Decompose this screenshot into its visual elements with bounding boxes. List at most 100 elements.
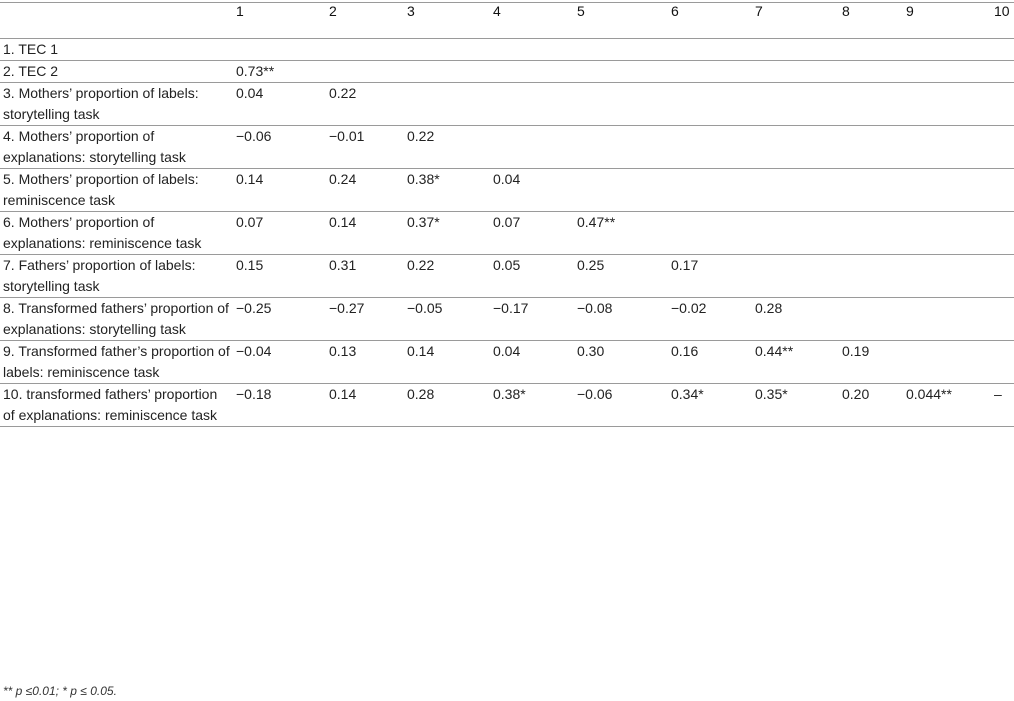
table-row: 10. transformed fathers’ proportion of e… xyxy=(0,384,1014,427)
cell xyxy=(671,83,755,126)
header-col-2: 2 xyxy=(329,3,337,19)
header-col-10: 10 xyxy=(994,3,1010,19)
table-row: 3. Mothers’ proportion of labels: storyt… xyxy=(0,83,1014,126)
cell xyxy=(906,126,994,169)
cell xyxy=(906,212,994,255)
header-col-6: 6 xyxy=(671,3,679,19)
cell xyxy=(671,169,755,212)
header-col-4: 4 xyxy=(493,3,501,19)
cell: −0.18 xyxy=(236,386,272,402)
cell xyxy=(755,255,842,298)
table-row: 2. TEC 2 0.73** xyxy=(0,61,1014,83)
table-row: 6. Mothers’ proportion of explanations: … xyxy=(0,212,1014,255)
cell xyxy=(755,83,842,126)
header-col-3: 3 xyxy=(407,3,415,19)
cell: 0.38* xyxy=(407,171,440,187)
cell xyxy=(577,39,671,61)
cell: 0.37* xyxy=(407,214,440,230)
header-col-8: 8 xyxy=(842,3,850,19)
cell: 0.07 xyxy=(236,214,264,230)
cell: −0.05 xyxy=(407,300,443,316)
cell: 0.04 xyxy=(236,85,264,101)
cell: 0.47** xyxy=(577,214,616,230)
cell xyxy=(407,39,493,61)
cell xyxy=(842,83,906,126)
cell xyxy=(906,169,994,212)
table-row: 7. Fathers’ proportion of labels: storyt… xyxy=(0,255,1014,298)
cell: 0.24 xyxy=(329,171,357,187)
cell xyxy=(407,61,493,83)
header-col-1: 1 xyxy=(236,3,244,19)
cell: 0.07 xyxy=(493,214,521,230)
header-col-9: 9 xyxy=(906,3,914,19)
cell xyxy=(906,298,994,341)
cell: 0.04 xyxy=(493,343,521,359)
cell xyxy=(493,39,577,61)
cell: −0.04 xyxy=(236,343,272,359)
row-label: 10. transformed fathers’ proportion of e… xyxy=(3,386,218,423)
table-row: 4. Mothers’ proportion of explanations: … xyxy=(0,126,1014,169)
cell xyxy=(994,83,1014,126)
cell: −0.02 xyxy=(671,300,707,316)
cell: −0.08 xyxy=(577,300,613,316)
row-label: 6. Mothers’ proportion of explanations: … xyxy=(3,214,202,251)
row-label: 3. Mothers’ proportion of labels: storyt… xyxy=(3,85,199,122)
cell: 0.04 xyxy=(493,171,521,187)
cell: −0.06 xyxy=(577,386,613,402)
correlation-table-page: 1 2 3 4 5 6 7 8 9 10 1. TEC 1 2. TEC 2 0.73** 3. Mot… xyxy=(0,0,1014,701)
cell: 0.28 xyxy=(407,386,435,402)
cell: – xyxy=(994,386,1002,402)
cell: 0.35* xyxy=(755,386,788,402)
cell: 0.34* xyxy=(671,386,704,402)
table-row: 8. Transformed fathers’ proportion of ex… xyxy=(0,298,1014,341)
cell: 0.22 xyxy=(407,257,435,273)
cell xyxy=(906,83,994,126)
cell xyxy=(842,298,906,341)
cell xyxy=(842,169,906,212)
cell: 0.05 xyxy=(493,257,521,273)
cell xyxy=(842,126,906,169)
cell xyxy=(842,61,906,83)
correlation-table: 1 2 3 4 5 6 7 8 9 10 1. TEC 1 2. TEC 2 0.73** 3. Mot… xyxy=(0,2,1014,427)
cell xyxy=(842,39,906,61)
cell xyxy=(329,39,407,61)
cell xyxy=(671,61,755,83)
table-body: 1. TEC 1 2. TEC 2 0.73** 3. Mothers’ propor… xyxy=(0,39,1014,427)
cell: 0.28 xyxy=(755,300,783,316)
cell xyxy=(755,61,842,83)
cell xyxy=(671,212,755,255)
row-label: 9. Transformed father’s proportion of la… xyxy=(3,343,230,380)
cell: 0.22 xyxy=(329,85,357,101)
cell xyxy=(994,298,1014,341)
cell xyxy=(755,39,842,61)
cell: 0.20 xyxy=(842,386,870,402)
cell xyxy=(577,169,671,212)
cell xyxy=(671,39,755,61)
cell: 0.14 xyxy=(329,386,357,402)
cell: 0.44** xyxy=(755,343,794,359)
row-label: 4. Mothers’ proportion of explanations: … xyxy=(3,128,186,165)
cell xyxy=(994,39,1014,61)
cell: 0.13 xyxy=(329,343,357,359)
cell xyxy=(906,341,994,384)
cell xyxy=(906,61,994,83)
row-label: 1. TEC 1 xyxy=(3,41,58,57)
table-header-row: 1 2 3 4 5 6 7 8 9 10 xyxy=(0,2,1014,39)
cell: 0.73** xyxy=(236,63,275,79)
cell xyxy=(755,169,842,212)
cell xyxy=(329,61,407,83)
cell xyxy=(407,83,493,126)
cell: −0.17 xyxy=(493,300,529,316)
cell: 0.14 xyxy=(236,171,264,187)
cell: 0.31 xyxy=(329,257,357,273)
cell: 0.16 xyxy=(671,343,699,359)
cell xyxy=(842,212,906,255)
cell: −0.27 xyxy=(329,300,365,316)
cell xyxy=(994,126,1014,169)
cell xyxy=(577,126,671,169)
cell xyxy=(994,61,1014,83)
cell: 0.19 xyxy=(842,343,870,359)
row-label: 5. Mothers’ proportion of labels: remini… xyxy=(3,171,199,208)
row-label: 7. Fathers’ proportion of labels: storyt… xyxy=(3,257,196,294)
cell xyxy=(755,126,842,169)
